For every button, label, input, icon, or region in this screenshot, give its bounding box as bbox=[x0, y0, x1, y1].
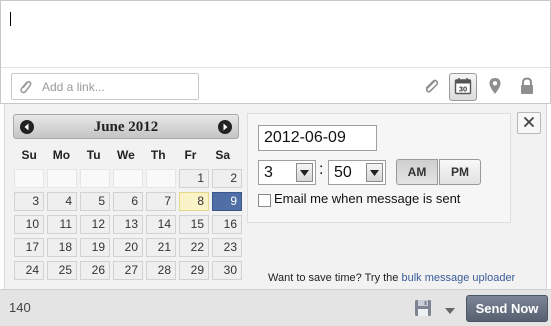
calendar-day[interactable]: 16 bbox=[212, 215, 242, 234]
lock-icon bbox=[519, 76, 535, 98]
time-separator: : bbox=[319, 161, 324, 178]
calendar-day[interactable]: 20 bbox=[113, 238, 143, 257]
calendar-day[interactable]: 7 bbox=[146, 192, 176, 211]
minute-value: 50 bbox=[334, 164, 352, 181]
calendar-day[interactable]: 1 bbox=[179, 169, 209, 188]
close-icon bbox=[524, 116, 534, 130]
character-count: 140 bbox=[9, 300, 31, 315]
minute-select[interactable]: 50 bbox=[328, 160, 386, 185]
calendar-day[interactable]: 17 bbox=[14, 238, 44, 257]
calendar-empty-cell bbox=[14, 169, 44, 188]
calendar-day[interactable]: 21 bbox=[146, 238, 176, 257]
email-notify-checkbox[interactable] bbox=[258, 194, 271, 207]
schedule-calendar-button[interactable]: 30 bbox=[449, 73, 477, 101]
calendar-empty-cell bbox=[146, 169, 176, 188]
email-notify-label: Email me when message is sent bbox=[274, 191, 461, 206]
calendar-day-grid: 1 2 3 4 5 6 7 8 9 10 11 12 13 14 15 16 17 18 19 20 21 22 23 24 2… bbox=[13, 169, 242, 280]
weekday-label: Mo bbox=[52, 148, 71, 162]
message-textarea[interactable] bbox=[7, 5, 543, 65]
weekday-label: Fr bbox=[184, 148, 197, 162]
calendar-day[interactable]: 11 bbox=[47, 215, 77, 234]
calendar-day[interactable]: 5 bbox=[80, 192, 110, 211]
calendar-day[interactable]: 19 bbox=[80, 238, 110, 257]
next-month-button[interactable] bbox=[218, 120, 232, 134]
calendar-day[interactable]: 3 bbox=[14, 192, 44, 211]
calendar-empty-cell bbox=[47, 169, 77, 188]
chevron-down-icon bbox=[445, 308, 455, 314]
pm-button[interactable]: PM bbox=[439, 159, 481, 185]
calendar-day[interactable]: 4 bbox=[47, 192, 77, 211]
toolbar-divider bbox=[1, 67, 550, 68]
weekday-header: Su Mo Tu We Th Fr Sa bbox=[13, 148, 239, 164]
calendar-day[interactable]: 2 bbox=[212, 169, 242, 188]
bulk-upload-hint: Want to save time? Try the bulk message … bbox=[268, 272, 515, 284]
calendar-empty-cell bbox=[80, 169, 110, 188]
calendar-empty-cell bbox=[113, 169, 143, 188]
calendar-day[interactable]: 23 bbox=[212, 238, 242, 257]
calendar-day[interactable]: 15 bbox=[179, 215, 209, 234]
calendar-day[interactable]: 28 bbox=[146, 261, 176, 280]
add-link-field[interactable] bbox=[11, 73, 199, 100]
date-picker-calendar: June 2012 Su Mo Tu We Th Fr Sa 1 2 3 4 5 6 7 8 9 10 11 12… bbox=[13, 114, 242, 282]
calendar-icon-day: 30 bbox=[459, 84, 467, 93]
privacy-lock-button[interactable] bbox=[513, 73, 541, 101]
save-options-dropdown[interactable] bbox=[444, 304, 456, 314]
calendar-day[interactable]: 13 bbox=[113, 215, 143, 234]
calendar-day[interactable]: 18 bbox=[47, 238, 77, 257]
calendar-day[interactable]: 22 bbox=[179, 238, 209, 257]
hour-select[interactable]: 3 bbox=[258, 160, 316, 185]
calendar-day[interactable]: 26 bbox=[80, 261, 110, 280]
weekday-label: Th bbox=[150, 148, 166, 162]
calendar-day-today[interactable]: 8 bbox=[179, 192, 209, 211]
am-button[interactable]: AM bbox=[396, 159, 438, 185]
chevron-down-icon bbox=[366, 163, 383, 182]
arrow-right-icon bbox=[223, 123, 228, 131]
paperclip-icon bbox=[422, 77, 440, 98]
calendar-day[interactable]: 27 bbox=[113, 261, 143, 280]
hour-value: 3 bbox=[264, 164, 273, 181]
save-draft-button[interactable] bbox=[413, 298, 433, 318]
calendar-header: June 2012 bbox=[13, 114, 239, 139]
weekday-label: Sa bbox=[215, 148, 231, 162]
text-cursor bbox=[10, 12, 11, 26]
weekday-label: We bbox=[117, 148, 135, 162]
schedule-time-panel: 3 : 50 AM PM Email me when message is se… bbox=[247, 113, 511, 223]
message-composer: 30 bbox=[0, 0, 551, 104]
calendar-day[interactable]: 6 bbox=[113, 192, 143, 211]
calendar-day[interactable]: 24 bbox=[14, 261, 44, 280]
calendar-day[interactable]: 29 bbox=[179, 261, 209, 280]
calendar-day[interactable]: 30 bbox=[212, 261, 242, 280]
calendar-day[interactable]: 14 bbox=[146, 215, 176, 234]
composer-footer: 140 Send Now bbox=[0, 289, 551, 326]
calendar-day[interactable]: 12 bbox=[80, 215, 110, 234]
location-button[interactable] bbox=[481, 73, 509, 101]
chevron-down-icon bbox=[296, 163, 313, 182]
weekday-label: Tu bbox=[86, 148, 101, 162]
calendar-month-title: June 2012 bbox=[93, 119, 159, 135]
attach-file-button[interactable] bbox=[417, 73, 445, 101]
calendar-day[interactable]: 25 bbox=[47, 261, 77, 280]
bulk-upload-link[interactable]: bulk message uploader bbox=[401, 272, 515, 284]
link-icon bbox=[18, 79, 32, 95]
location-pin-icon bbox=[488, 77, 502, 98]
close-schedule-button[interactable] bbox=[517, 112, 541, 134]
link-input[interactable] bbox=[42, 77, 192, 96]
calendar-day[interactable]: 10 bbox=[14, 215, 44, 234]
send-now-button[interactable]: Send Now bbox=[466, 295, 548, 322]
schedule-date-input[interactable] bbox=[258, 125, 377, 151]
weekday-label: Su bbox=[21, 148, 37, 162]
calendar-icon: 30 bbox=[454, 77, 472, 98]
calendar-day-selected[interactable]: 9 bbox=[212, 192, 242, 211]
floppy-disk-icon bbox=[415, 300, 431, 316]
bulk-upload-prefix: Want to save time? Try the bbox=[268, 272, 399, 284]
